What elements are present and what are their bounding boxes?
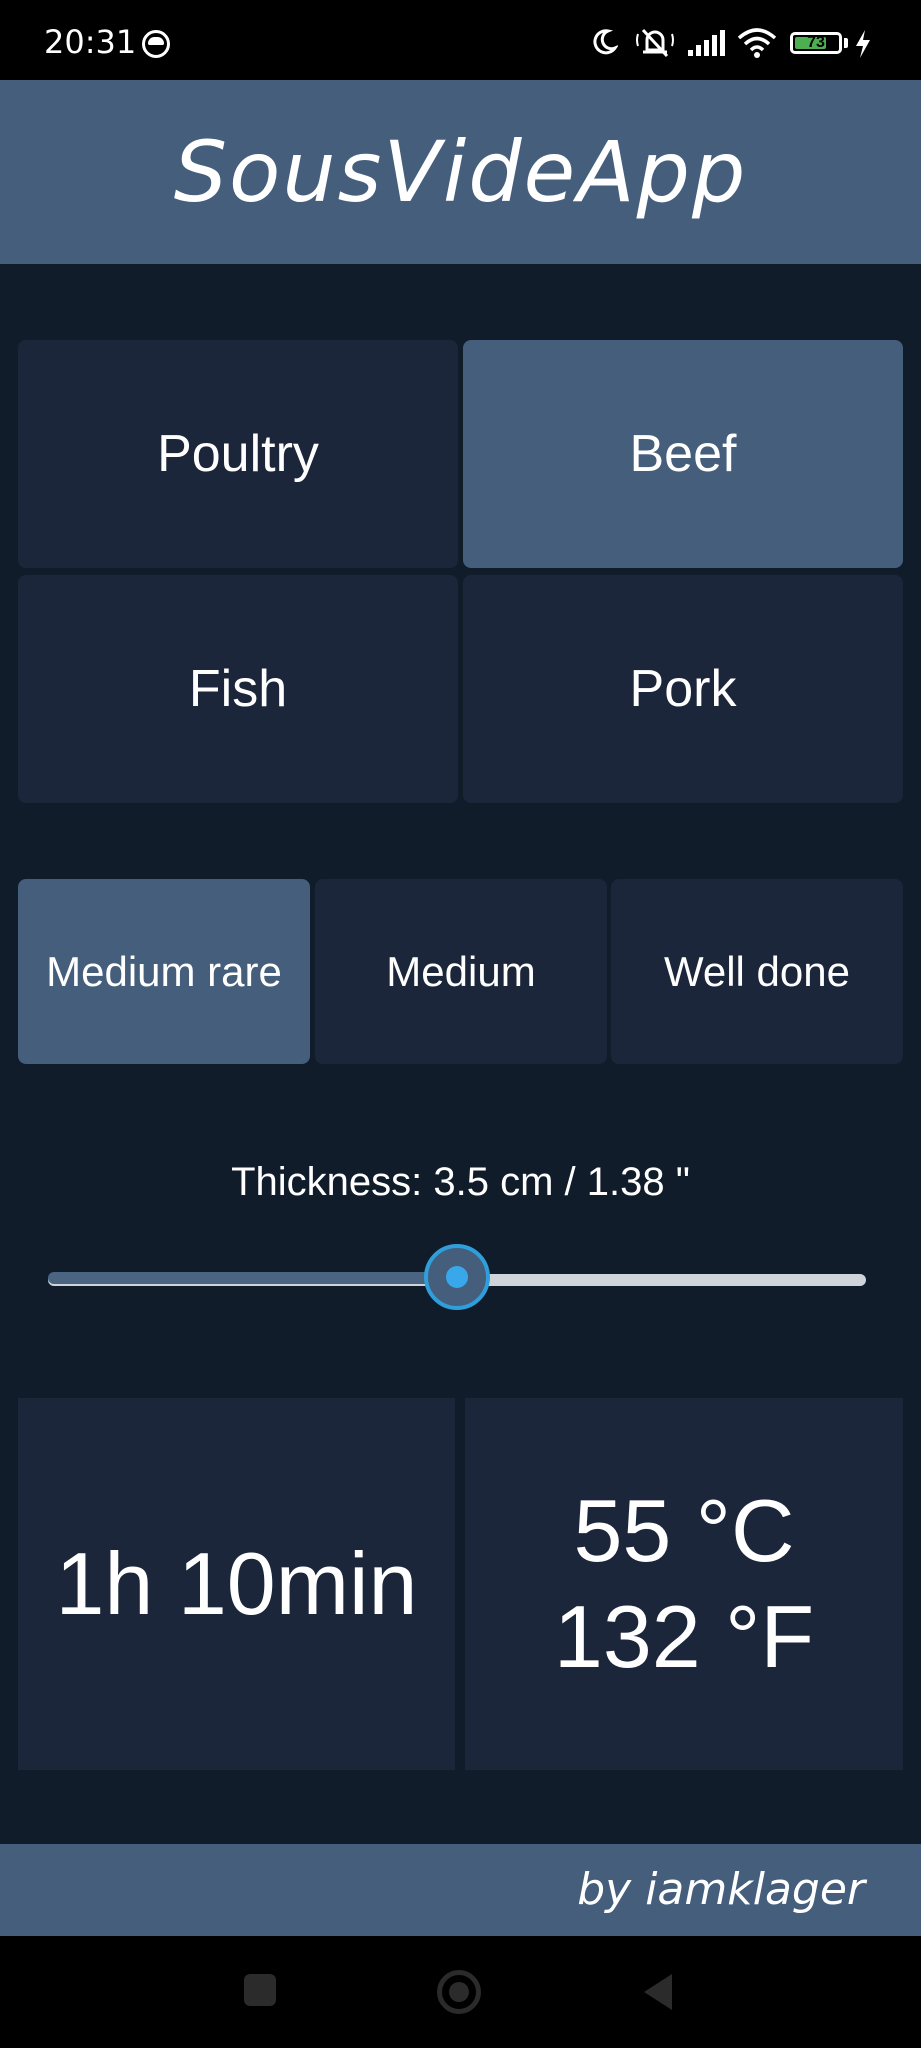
slider-thumb[interactable]: [424, 1244, 490, 1310]
meat-label: Pork: [629, 660, 737, 718]
meat-label: Beef: [629, 425, 737, 483]
slider-track-fill: [48, 1272, 457, 1284]
doneness-label: Well done: [663, 947, 850, 995]
screen: 20:31 73 SousVideApp Poultry Beef Fish P…: [0, 0, 921, 2048]
cook-time-box: 1h 10min: [18, 1398, 455, 1770]
doneness-label: Medium: [386, 947, 536, 995]
app-footer: by iamklager: [0, 1844, 921, 1936]
meat-beef-button[interactable]: Beef: [463, 340, 903, 568]
doneness-label: Medium rare: [46, 947, 282, 995]
charging-bolt-icon: [856, 30, 870, 58]
temperature-box: 55 °C 132 °F: [465, 1398, 903, 1770]
battery-nub: [844, 38, 848, 48]
meat-poultry-button[interactable]: Poultry: [18, 340, 458, 568]
status-bar: 20:31 73: [0, 0, 921, 80]
author-credit: by iamklager: [577, 1864, 865, 1915]
temperature-celsius: 55 °C: [573, 1481, 795, 1580]
moon-icon: [593, 29, 618, 55]
bell-muted-icon: [636, 28, 674, 58]
slider-thumb-dot: [446, 1266, 468, 1288]
meat-label: Poultry: [157, 425, 319, 483]
doneness-medium-button[interactable]: Medium: [315, 879, 607, 1064]
thickness-label: Thickness: 3.5 cm / 1.38 ": [231, 1160, 690, 1204]
battery-level: 73: [807, 34, 825, 51]
home-icon[interactable]: [437, 1970, 481, 2014]
face-notification-icon: [142, 30, 170, 58]
cook-time: 1h 10min: [55, 1534, 418, 1633]
doneness-medium-rare-button[interactable]: Medium rare: [18, 879, 310, 1064]
battery-icon: 73: [790, 32, 842, 54]
back-icon[interactable]: [640, 1972, 676, 2012]
thickness-slider[interactable]: [48, 1240, 866, 1320]
wifi-icon: [737, 28, 777, 58]
meat-pork-button[interactable]: Pork: [463, 575, 903, 803]
meat-label: Fish: [188, 660, 288, 718]
meat-fish-button[interactable]: Fish: [18, 575, 458, 803]
doneness-well-done-button[interactable]: Well done: [611, 879, 903, 1064]
signal-icon: [688, 30, 725, 56]
status-time: 20:31: [44, 23, 137, 61]
recent-apps-icon[interactable]: [244, 1974, 276, 2006]
temperature-fahrenheit: 132 °F: [553, 1587, 815, 1686]
navigation-bar: [0, 1936, 921, 2048]
app-title: SousVideApp: [173, 123, 748, 221]
app-header: SousVideApp: [0, 80, 921, 264]
